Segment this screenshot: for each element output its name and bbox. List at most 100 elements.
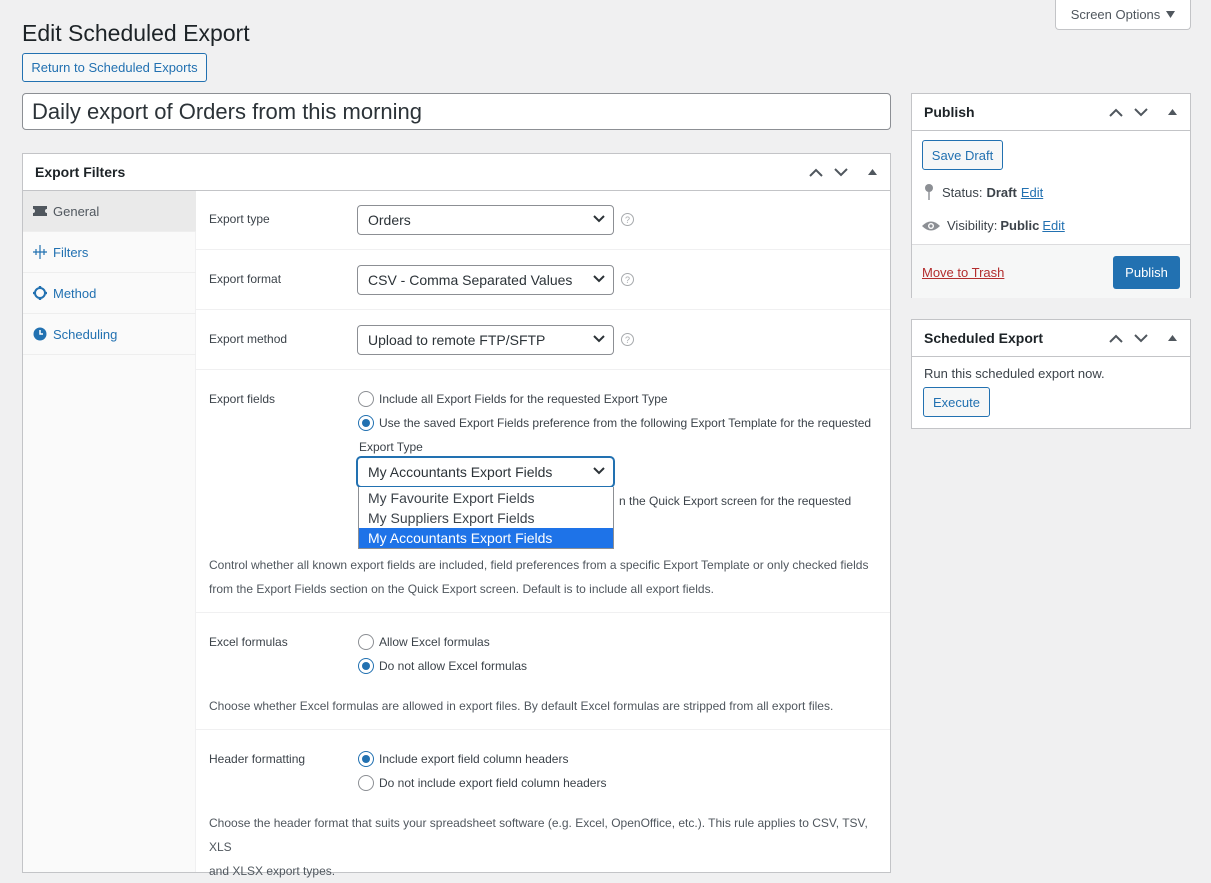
help-icon[interactable]: ? [621, 333, 634, 346]
export-format-value: CSV - Comma Separated Values [368, 272, 573, 288]
run-now-text: Run this scheduled export now. [924, 366, 1105, 381]
radio-disallow-excel-formulas[interactable] [358, 658, 374, 674]
excel-formulas-label: Excel formulas [209, 635, 288, 649]
export-fields-description: Control whether all known export fields … [209, 553, 879, 601]
execute-button[interactable]: Execute [923, 387, 990, 417]
tab-general[interactable]: General [23, 191, 196, 232]
header-formatting-desc-line2: and XLSX export types. [209, 864, 336, 878]
use-template-label: Use the saved Export Fields preference f… [379, 416, 872, 430]
quick-export-option-label: n the Quick Export screen for the reques… [619, 494, 852, 508]
visibility-label: Visibility: [947, 218, 998, 233]
export-fields-desc-line2: from the Export Fields section on the Qu… [209, 582, 714, 596]
collapse-toggle-icon[interactable] [1161, 101, 1183, 123]
divider [196, 309, 890, 310]
template-dropdown-list: My Favourite Export Fields My Suppliers … [358, 487, 614, 549]
export-fields-label: Export fields [209, 392, 276, 406]
chevron-down-icon [593, 335, 605, 343]
export-type-value: Orders [368, 212, 411, 228]
publish-button[interactable]: Publish [1113, 256, 1180, 289]
include-all-fields-label: Include all Export Fields for the reques… [379, 392, 668, 406]
scheduled-export-header: Scheduled Export [912, 320, 1190, 357]
eye-icon [922, 221, 940, 230]
publish-actions: Move to Trash Publish [912, 244, 1190, 298]
help-icon[interactable]: ? [621, 273, 634, 286]
header-formatting-desc-line1: Choose the header format that suits your… [209, 816, 868, 854]
radio-allow-excel-formulas[interactable] [358, 634, 374, 650]
return-button[interactable]: Return to Scheduled Exports [22, 53, 207, 82]
chevron-down-icon [593, 215, 605, 223]
disallow-excel-formulas-label: Do not allow Excel formulas [379, 659, 528, 673]
include-headers-label: Include export field column headers [379, 752, 569, 766]
move-up-icon[interactable] [805, 161, 827, 183]
page-title: Edit Scheduled Export [22, 20, 250, 46]
screen-options-button[interactable]: Screen Options [1055, 0, 1191, 30]
divider [196, 729, 890, 730]
visibility-edit-link[interactable]: Edit [1042, 218, 1064, 233]
clock-icon [33, 327, 47, 341]
export-filters-title: Export Filters [35, 164, 126, 180]
export-method-value: Upload to remote FTP/SFTP [368, 332, 546, 348]
publish-box: Publish Save Draft Status: Draft Edit Vi… [911, 93, 1191, 298]
tab-method-label: Method [53, 285, 97, 301]
save-draft-button[interactable]: Save Draft [922, 140, 1003, 170]
export-format-select[interactable]: CSV - Comma Separated Values [357, 265, 614, 295]
tab-method[interactable]: Method [23, 273, 196, 314]
tab-scheduling[interactable]: Scheduling [23, 314, 196, 355]
screen-options-label: Screen Options [1070, 7, 1161, 22]
export-filters-box: Export Filters General Filters Method Sc… [22, 153, 891, 878]
scheduled-export-title: Scheduled Export [924, 330, 1044, 346]
move-to-trash-link[interactable]: Move to Trash [922, 265, 1004, 280]
allow-excel-formulas-label: Allow Excel formulas [379, 635, 490, 649]
tab-filters[interactable]: Filters [23, 232, 196, 273]
export-filters-header: Export Filters [23, 154, 890, 191]
dropdown-option[interactable]: My Suppliers Export Fields [359, 508, 613, 528]
publish-title: Publish [924, 104, 975, 120]
status-row: Status: Draft Edit [924, 184, 1043, 200]
move-up-icon[interactable] [1105, 327, 1127, 349]
pin-icon [925, 184, 933, 200]
export-template-select[interactable]: My Accountants Export Fields [357, 457, 614, 487]
chevron-down-icon [593, 275, 605, 283]
visibility-value: Public [1000, 218, 1040, 233]
status-value: Draft [986, 184, 1017, 200]
publish-header: Publish [912, 94, 1190, 131]
use-template-label-cont: Export Type [359, 440, 423, 454]
divider [196, 249, 890, 250]
move-up-icon[interactable] [1105, 101, 1127, 123]
help-icon[interactable]: ? [621, 213, 634, 226]
gear-icon [33, 286, 47, 300]
scheduled-export-box: Scheduled Export Run this scheduled expo… [911, 319, 1191, 429]
dropdown-option[interactable]: My Favourite Export Fields [359, 488, 613, 508]
header-formatting-description: Choose the header format that suits your… [209, 811, 879, 883]
move-down-icon[interactable] [1130, 327, 1152, 349]
tab-scheduling-label: Scheduling [53, 326, 118, 342]
tab-filters-label: Filters [53, 244, 89, 260]
chevron-down-icon [593, 467, 605, 475]
export-type-label: Export type [209, 212, 270, 226]
export-method-label: Export method [209, 332, 288, 346]
visibility-row: Visibility: Public Edit [922, 218, 1065, 233]
export-type-select[interactable]: Orders [357, 205, 614, 235]
collapse-toggle-icon[interactable] [1161, 327, 1183, 349]
tab-general-label: General [53, 203, 100, 219]
divider [196, 612, 890, 613]
radio-include-headers[interactable] [358, 751, 374, 767]
collapse-toggle-icon[interactable] [861, 161, 883, 183]
filter-tabs: General Filters Method Scheduling [23, 191, 196, 872]
dropdown-option-selected[interactable]: My Accountants Export Fields [359, 528, 613, 548]
move-down-icon[interactable] [830, 161, 852, 183]
radio-use-template[interactable] [358, 415, 374, 431]
divider [196, 369, 890, 370]
excel-formulas-description: Choose whether Excel formulas are allowe… [209, 699, 834, 713]
status-label: Status: [942, 184, 983, 200]
filter-icon [33, 245, 47, 259]
exclude-headers-label: Do not include export field column heade… [379, 776, 607, 790]
radio-exclude-headers[interactable] [358, 775, 374, 791]
export-format-label: Export format [209, 272, 282, 286]
triangle-down-icon [1166, 11, 1176, 18]
move-down-icon[interactable] [1130, 101, 1152, 123]
export-method-select[interactable]: Upload to remote FTP/SFTP [357, 325, 614, 355]
export-title-input[interactable]: Daily export of Orders from this morning [22, 93, 891, 130]
status-edit-link[interactable]: Edit [1021, 185, 1043, 200]
radio-include-all-fields[interactable] [358, 391, 374, 407]
